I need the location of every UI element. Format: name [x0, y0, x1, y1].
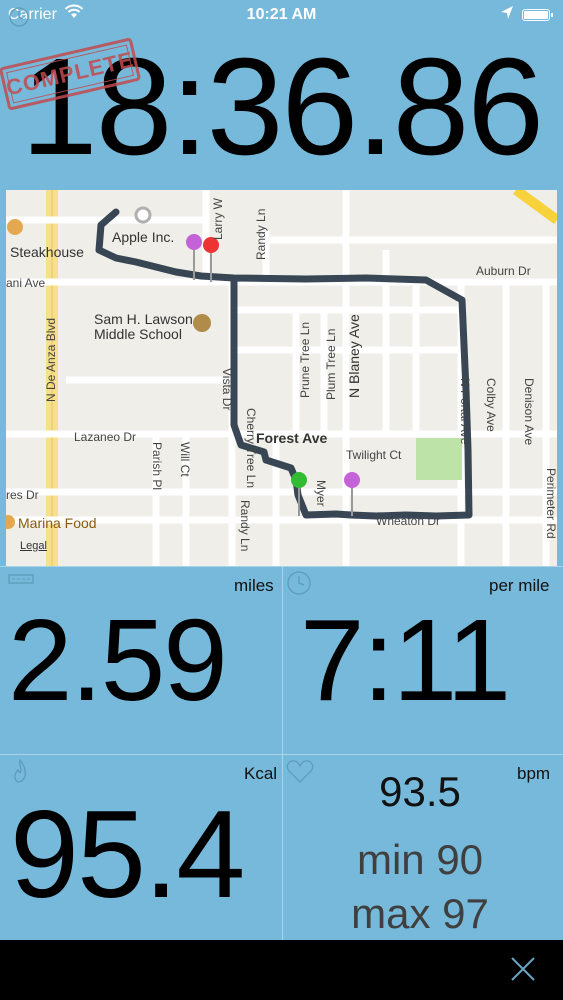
calories-unit: Kcal: [244, 764, 278, 783]
map-label-parish: Parish Pl: [150, 442, 164, 491]
map-label-lawson-2: Middle School: [94, 326, 182, 342]
close-icon: [511, 957, 535, 981]
map-label-myer: Myer: [314, 480, 328, 507]
route-map[interactable]: Steakhouse Apple Inc. ani Ave Larry W Ra…: [6, 190, 557, 566]
map-label-steakhouse: Steakhouse: [10, 244, 84, 260]
close-button[interactable]: [504, 954, 542, 986]
map-label-apple: Apple Inc.: [112, 229, 175, 245]
distance-value: 2.59: [8, 595, 228, 725]
status-bar: Carrier 10:21 AM: [0, 0, 563, 30]
bottom-toolbar: [0, 940, 563, 1000]
map-label-de-anza: N De Anza Blvd: [44, 317, 58, 402]
clock: 10:21 AM: [246, 6, 317, 23]
map-label-lawson-1: Sam H. Lawson: [94, 311, 193, 327]
pace-value: 7:11: [300, 595, 511, 725]
map-label-auburn: Auburn Dr: [476, 264, 531, 278]
map-label-wheaton: Wheaton Dr: [376, 514, 441, 528]
map-label-res-dr: res Dr: [6, 488, 39, 502]
map-legal-link[interactable]: Legal: [20, 540, 47, 552]
map-label-forest: Forest Ave: [256, 430, 328, 446]
heart-rate-current: 93.5: [379, 768, 461, 815]
map-label-colby: Colby Ave: [484, 378, 498, 432]
clock-icon: [8, 6, 30, 28]
workout-summary-screen: Carrier 10:21 AM 18:36.86 COMPLETE Steak…: [0, 0, 563, 1000]
stopwatch-icon: [286, 570, 312, 596]
map-label-vista: Vista Dr: [220, 368, 234, 411]
map-streets: [6, 190, 557, 566]
calories-value: 95.4: [10, 786, 245, 924]
heart-rate-max: max 97: [351, 890, 489, 937]
heart-rate-min: min 90: [356, 836, 484, 883]
map-label-portal: N Portal Ave: [458, 378, 472, 445]
map-label-marina: Marina Food: [18, 515, 97, 531]
map-label-blaney: N Blaney Ave: [346, 314, 362, 398]
map-label-will-ct: Will Ct: [178, 442, 192, 477]
location-arrow-icon: [500, 5, 514, 26]
map-label-randy-ln-top: Randy Ln: [254, 208, 268, 260]
map-label-twilight: Twilight Ct: [346, 448, 402, 462]
map-label-denison: Denison Ave: [522, 378, 536, 446]
map-label-perimeter: Perimeter Rd: [544, 468, 557, 539]
flame-icon: [10, 758, 36, 784]
battery-icon: [522, 9, 553, 21]
map-label-plum-tree: Plum Tree Ln: [324, 328, 338, 400]
pace-unit: per mile: [489, 576, 550, 595]
map-label-randy-ln-bottom: Randy Ln: [238, 500, 252, 552]
map-label-larry-way: Larry W: [211, 198, 225, 240]
map-label-mani-ave: ani Ave: [6, 276, 46, 290]
divider: [282, 566, 283, 940]
distance-unit: miles: [234, 576, 274, 595]
map-label-lazaneo: Lazaneo Dr: [74, 430, 137, 444]
map-label-cherry-tree: Cherry Tree Ln: [244, 408, 258, 489]
map-label-prune-tree: Prune Tree Ln: [298, 321, 312, 398]
